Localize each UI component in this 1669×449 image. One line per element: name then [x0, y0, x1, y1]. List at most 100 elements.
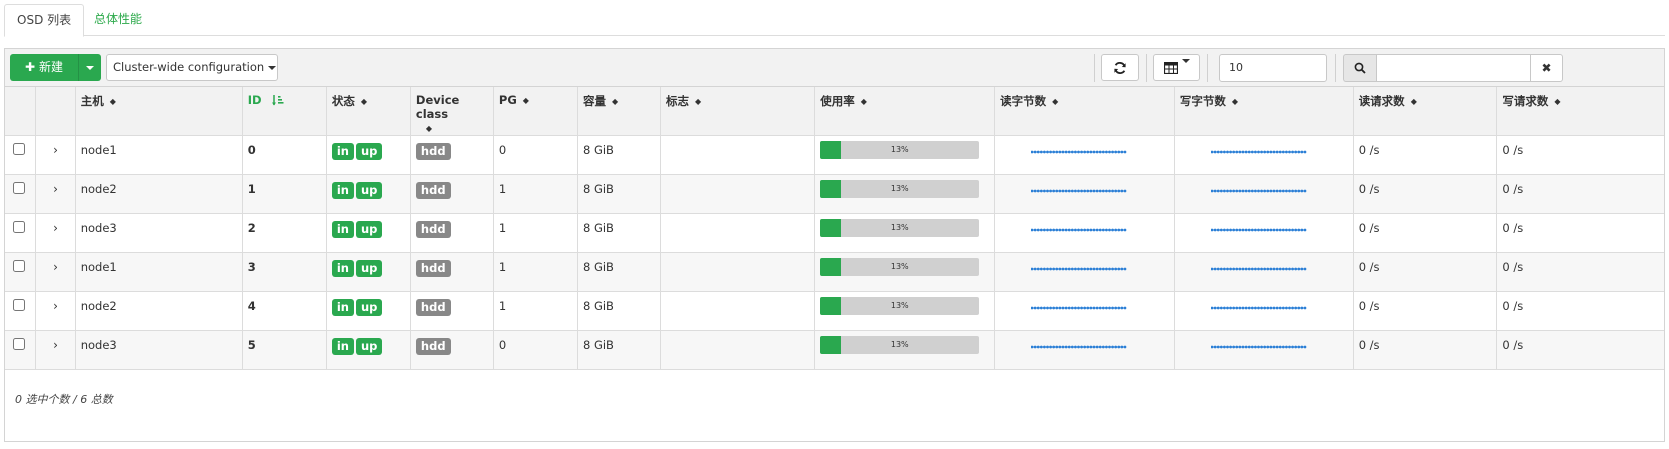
- sparkline-point: [1297, 306, 1301, 310]
- chevron-right-icon[interactable]: ›: [41, 338, 69, 352]
- sparkline-point: [1058, 189, 1062, 193]
- col-device-class[interactable]: Device class ◆: [410, 87, 494, 136]
- tab-osd-list[interactable]: OSD 列表: [4, 4, 85, 37]
- sparkline-point: [1253, 189, 1257, 193]
- table-row[interactable]: › node1 0 in up hdd 0 8 GiB 13% 0 /s 0 /s: [5, 135, 1664, 175]
- sparkline-point: [1235, 228, 1239, 232]
- sparkline-point: [1257, 189, 1260, 193]
- sparkline-point: [1263, 345, 1266, 349]
- sparkline-point: [1257, 306, 1260, 310]
- status-badge-in: in: [331, 182, 354, 199]
- size-cell: 8 GiB: [577, 330, 661, 370]
- table-row[interactable]: › node2 1 in up hdd 1 8 GiB 13% 0 /s 0 /s: [5, 174, 1664, 214]
- column-toggle-button[interactable]: [1153, 54, 1200, 81]
- sparkline-point: [1241, 189, 1245, 193]
- col-host[interactable]: 主机 ◆: [75, 87, 243, 136]
- row-checkbox[interactable]: [13, 338, 25, 350]
- sparkline-point: [1275, 228, 1279, 232]
- table-row[interactable]: › node1 3 in up hdd 1 8 GiB 13% 0 /s 0 /s: [5, 252, 1664, 292]
- device-class-cell: hdd: [410, 291, 494, 331]
- write-ops-cell: 0 /s: [1496, 330, 1664, 370]
- status-badge-up: up: [355, 182, 383, 199]
- sparkline-point: [1055, 189, 1059, 193]
- host-cell: node2: [75, 174, 243, 214]
- chevron-right-icon[interactable]: ›: [41, 260, 69, 274]
- sparkline-point: [1250, 267, 1254, 271]
- col-select: [5, 87, 37, 136]
- sparkline-point: [1080, 345, 1084, 349]
- sparkline-point: [1055, 228, 1059, 232]
- sparkline-point: [1241, 345, 1245, 349]
- sparkline-point: [1043, 306, 1046, 310]
- chevron-right-icon[interactable]: ›: [41, 182, 69, 196]
- sparkline-point: [1098, 345, 1102, 349]
- sparkline-point: [1046, 306, 1049, 310]
- caret-down-icon: [1181, 58, 1190, 63]
- table-row[interactable]: › node2 4 in up hdd 1 8 GiB 13% 0 /s 0 /s: [5, 291, 1664, 331]
- sparkline-point: [1238, 228, 1242, 232]
- col-id[interactable]: ID: [242, 87, 327, 136]
- col-write-bytes[interactable]: 写字节数 ◆: [1174, 87, 1354, 136]
- sparkline-point: [1257, 267, 1260, 271]
- col-flags[interactable]: 标志 ◆: [660, 87, 816, 136]
- search-input[interactable]: [1376, 54, 1531, 82]
- col-read-ops[interactable]: 读请求数 ◆: [1353, 87, 1498, 136]
- toolbar-divider: [1146, 54, 1147, 82]
- col-read-bytes[interactable]: 读字节数 ◆: [994, 87, 1175, 136]
- row-checkbox[interactable]: [13, 260, 25, 272]
- col-status[interactable]: 状态 ◆: [326, 87, 411, 136]
- cluster-config-dropdown[interactable]: Cluster-wide configuration: [106, 54, 278, 81]
- sparkline-point: [1263, 228, 1266, 232]
- sparkline-point: [1095, 150, 1099, 154]
- usage-progress-text: 13%: [890, 262, 909, 271]
- new-button[interactable]: ✚ 新建: [10, 54, 78, 81]
- table-row[interactable]: › node3 5 in up hdd 0 8 GiB 13% 0 /s 0 /s: [5, 330, 1664, 370]
- sparkline-point: [1123, 306, 1127, 310]
- sparkline-point: [1219, 189, 1223, 193]
- col-usage[interactable]: 使用率 ◆: [814, 87, 996, 136]
- sparkline-point: [1098, 228, 1102, 232]
- sparkline-point: [1055, 345, 1059, 349]
- host-cell: node3: [75, 330, 243, 370]
- sparkline-point: [1120, 189, 1124, 193]
- sparkline-point: [1216, 228, 1220, 232]
- sparkline-point: [1067, 150, 1071, 154]
- sparkline-point: [1098, 150, 1102, 154]
- sparkline-point: [1244, 189, 1248, 193]
- col-write-ops[interactable]: 写请求数 ◆: [1496, 87, 1664, 136]
- row-checkbox[interactable]: [13, 299, 25, 311]
- chevron-right-icon[interactable]: ›: [41, 299, 69, 313]
- row-checkbox[interactable]: [13, 143, 25, 155]
- sparkline-point: [1089, 150, 1093, 154]
- size-cell: 8 GiB: [577, 252, 661, 292]
- sparkline-point: [1232, 150, 1235, 154]
- row-select-cell: [5, 174, 37, 214]
- sparkline-point: [1272, 267, 1276, 271]
- row-checkbox[interactable]: [13, 221, 25, 233]
- page-size-input[interactable]: 10: [1219, 54, 1327, 82]
- id-cell: 3: [242, 252, 327, 292]
- chevron-right-icon[interactable]: ›: [41, 143, 69, 157]
- row-select-cell: [5, 213, 37, 253]
- status-badge-in: in: [331, 299, 354, 316]
- sparkline-point: [1043, 267, 1046, 271]
- chevron-right-icon[interactable]: ›: [41, 221, 69, 235]
- tab-overall-performance[interactable]: 总体性能: [82, 4, 154, 37]
- flags-cell: [660, 330, 816, 370]
- sparkline-point: [1210, 189, 1214, 193]
- sparkline-point: [1123, 189, 1127, 193]
- clear-search-button[interactable]: ✖: [1531, 54, 1563, 82]
- new-dropdown-toggle[interactable]: [78, 54, 101, 81]
- sparkline-point: [1238, 189, 1242, 193]
- table-row[interactable]: › node3 2 in up hdd 1 8 GiB 13% 0 /s 0 /s: [5, 213, 1664, 253]
- col-pg[interactable]: PG ◆: [493, 87, 578, 136]
- col-size[interactable]: 容量 ◆: [577, 87, 661, 136]
- refresh-icon: [1114, 62, 1126, 74]
- sparkline-point: [1061, 150, 1065, 154]
- refresh-button[interactable]: [1101, 54, 1139, 81]
- sparkline-point: [1033, 228, 1037, 232]
- sparkline-point: [1303, 267, 1307, 271]
- row-checkbox[interactable]: [13, 182, 25, 194]
- sparkline-point: [1083, 345, 1087, 349]
- sparkline-point: [1114, 267, 1118, 271]
